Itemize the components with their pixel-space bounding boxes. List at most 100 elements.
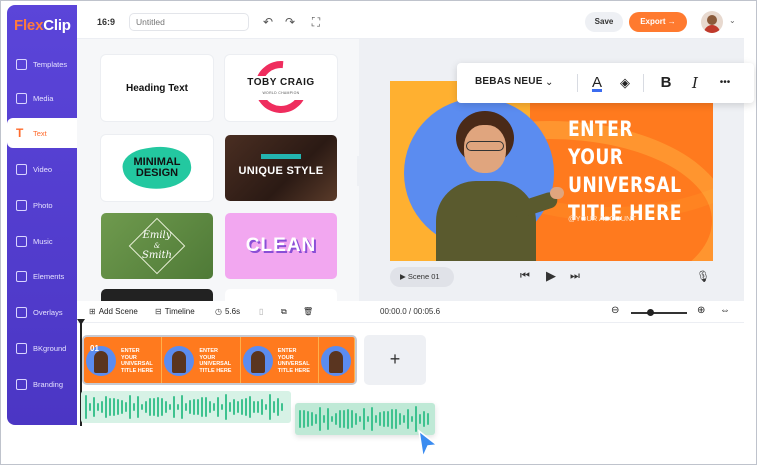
audio-track[interactable]: [81, 391, 291, 423]
chevron-down-icon[interactable]: ⌄: [729, 16, 736, 25]
branding-icon: [16, 378, 27, 390]
sidebar-item-label: Media: [33, 93, 54, 103]
template-label: Heading Text: [125, 82, 189, 94]
text-icon: T: [16, 125, 24, 140]
sidebar-item-label: Overlays: [33, 307, 63, 317]
sidebar-item-label: Elements: [33, 271, 65, 281]
add-clip-button[interactable]: +: [364, 335, 426, 385]
template-unique-style[interactable]: UNIQUE STYLE: [225, 135, 337, 201]
duration-label: 5.6s: [224, 307, 241, 316]
template-card[interactable]: [101, 289, 213, 301]
photo-icon: [16, 199, 27, 211]
timeline-toolbar: ⊞ Add Scene ⊟ Timeline ◷ 5.6s ▯ ⧉ 🗑 00:00.0…: [77, 301, 744, 323]
zoom-out-icon[interactable]: ⊖: [611, 305, 619, 316]
clip-number: 01: [90, 344, 99, 353]
music-icon: [16, 235, 27, 247]
sidebar-item-bkground[interactable]: BKground: [7, 333, 77, 363]
duration-button[interactable]: ◷ 5.6s: [215, 307, 240, 316]
chevron-down-icon[interactable]: ⌄: [545, 72, 553, 94]
video-icon: [16, 163, 27, 175]
person-image: [426, 111, 564, 261]
add-scene-icon: ⊞: [89, 307, 96, 316]
fit-timeline-icon[interactable]: ⇔: [720, 305, 730, 316]
elements-icon: [16, 270, 27, 282]
user-avatar[interactable]: [701, 11, 723, 33]
project-title-input[interactable]: [129, 13, 249, 31]
more-options-icon[interactable]: •••: [715, 72, 735, 94]
sidebar-item-label: Video: [33, 164, 53, 174]
folder-icon: [16, 92, 27, 104]
font-selector[interactable]: BEBAS NEUE: [475, 76, 543, 87]
template-toby-craig[interactable]: TOBY CRAIG WORLD CHAMPION: [225, 55, 337, 121]
delete-icon[interactable]: 🗑: [303, 307, 313, 316]
template-card[interactable]: [225, 289, 337, 301]
thumb-text: ENTER YOUR UNIVERSAL TITLE HERE: [277, 348, 310, 374]
template-label: Smith: [142, 250, 172, 261]
timeline-icon: ⊟: [155, 307, 162, 316]
fill-color-icon[interactable]: ◈: [617, 72, 633, 94]
template-label: Emily: [142, 230, 172, 241]
template-minimal-design[interactable]: MINIMAL DESIGN: [101, 135, 213, 201]
redo-icon[interactable]: ↷: [283, 15, 297, 29]
text-color-icon[interactable]: A: [589, 72, 605, 94]
add-scene-button[interactable]: ⊞ Add Scene: [89, 307, 138, 316]
aspect-ratio-selector[interactable]: 16:9: [97, 17, 115, 27]
template-clean[interactable]: CLEAN: [225, 213, 337, 279]
play-icon[interactable]: ▶: [546, 268, 556, 284]
waveform: [299, 403, 429, 435]
thumb-text: ENTER YOUR UNIVERSAL TITLE HERE: [121, 348, 154, 374]
fullscreen-icon[interactable]: ⛶: [309, 15, 323, 29]
sidebar-item-label: Music: [33, 236, 53, 246]
layers-icon: [16, 58, 27, 70]
sidebar-item-music[interactable]: Music: [7, 226, 77, 256]
sidebar-item-branding[interactable]: Branding: [7, 369, 77, 399]
italic-button[interactable]: I: [689, 72, 701, 94]
duplicate-icon[interactable]: ⧉: [281, 307, 287, 317]
scene-title-text[interactable]: ENTER YOUR UNIVERSAL TITLE HERE: [568, 115, 683, 227]
overlays-icon: [16, 306, 27, 318]
audio-track-dragging[interactable]: [295, 403, 435, 435]
account-text[interactable]: @YOUR ACCOUNT: [568, 214, 636, 223]
add-scene-label: Add Scene: [98, 307, 138, 316]
zoom-slider-handle[interactable]: [647, 309, 654, 316]
waveform: [85, 391, 283, 423]
template-heading-text[interactable]: Heading Text: [101, 55, 213, 121]
sidebar-item-media[interactable]: Media: [7, 83, 77, 113]
background-icon: [16, 342, 27, 354]
sidebar-item-overlays[interactable]: Overlays: [7, 297, 77, 327]
next-icon[interactable]: ⏭: [570, 270, 580, 283]
microphone-icon[interactable]: 🎙: [696, 270, 710, 283]
scene-chip[interactable]: ▶ Scene 01: [390, 267, 454, 287]
sidebar-item-photo[interactable]: Photo: [7, 190, 77, 220]
undo-icon[interactable]: ↶: [261, 15, 275, 29]
logo-clip-text: Clip: [43, 17, 71, 34]
play-small-icon: ▶: [400, 272, 408, 281]
text-templates-panel: Heading Text TOBY CRAIG WORLD CHAMPION MI…: [77, 39, 359, 301]
zoom-slider[interactable]: [631, 312, 687, 314]
logo-flex-text: Flex: [14, 17, 44, 34]
bold-button[interactable]: B: [659, 72, 673, 94]
flexclip-logo[interactable]: FlexClip: [14, 17, 71, 34]
sidebar-item-elements[interactable]: Elements: [7, 261, 77, 291]
timeline-label: Timeline: [164, 307, 195, 316]
clip-thumbnail: ENTER YOUR UNIVERSAL TITLE HERE: [162, 337, 241, 383]
scene-preview[interactable]: ENTER YOUR UNIVERSAL TITLE HERE @YOUR AC…: [390, 81, 713, 261]
timeline-button[interactable]: ⊟ Timeline: [155, 307, 195, 316]
sidebar-item-video[interactable]: Video: [7, 154, 77, 184]
sidebar-item-label: BKground: [33, 343, 67, 353]
previous-icon[interactable]: ⏮: [520, 270, 530, 283]
scene-clip[interactable]: ENTER YOUR UNIVERSAL TITLE HERE ENTER YO…: [82, 335, 357, 385]
export-button[interactable]: Export →: [629, 12, 687, 32]
sidebar-item-label: Text: [33, 128, 47, 138]
sidebar-item-text[interactable]: T Text: [7, 118, 77, 148]
sidebar-item-label: Branding: [33, 379, 64, 389]
template-label: TOBY CRAIG: [247, 77, 315, 88]
split-icon[interactable]: ▯: [259, 307, 263, 316]
mouse-cursor-icon: [417, 429, 439, 459]
save-button[interactable]: Save: [585, 12, 623, 32]
scene-chip-label: Scene 01: [407, 272, 440, 281]
zoom-in-icon[interactable]: ⊕: [697, 305, 705, 316]
sidebar-item-templates[interactable]: Templates: [7, 49, 77, 79]
template-emily-smith[interactable]: Emily & Smith: [101, 213, 213, 279]
title-line: ENTER YOUR: [568, 117, 633, 169]
